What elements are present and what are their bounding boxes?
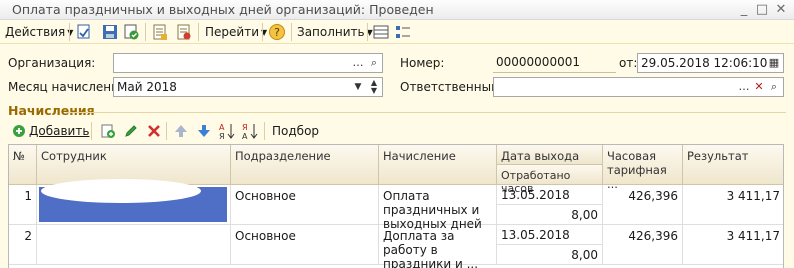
window-title: Оплата праздничных и выходных дней орган… — [12, 2, 434, 17]
column-header-hours-worked[interactable]: Отработано часов — [497, 165, 603, 195]
close-icon[interactable]: ✕ — [772, 3, 790, 17]
table-row[interactable]: 1 Основное Оплата праздничных и выходных… — [9, 179, 783, 231]
responsible-label: Ответственный: — [400, 80, 503, 94]
clear-icon[interactable]: ✕ — [751, 79, 767, 95]
maximize-icon[interactable]: □ — [753, 3, 771, 17]
accrual-cell[interactable]: Доплата за работу в праздники и ... — [379, 225, 497, 268]
column-header-result[interactable]: Результат — [683, 145, 783, 185]
toolbar-separator — [262, 23, 263, 41]
number-label: Номер: — [400, 56, 445, 70]
toolbar-separator — [291, 23, 292, 41]
employee-cell[interactable] — [37, 225, 231, 265]
sort-ascending-icon[interactable]: АЯ — [219, 122, 235, 140]
toolbar-separator — [198, 23, 199, 41]
redaction-mark — [41, 179, 201, 203]
add-icon[interactable] — [12, 124, 26, 138]
department-cell[interactable]: Основное — [231, 185, 379, 225]
print-icon[interactable] — [175, 23, 193, 41]
toolbar-separator — [145, 23, 146, 41]
column-header-accrual[interactable]: Начисление — [379, 145, 497, 185]
svg-text:Я: Я — [242, 123, 248, 132]
post-icon[interactable] — [122, 23, 140, 41]
search-icon[interactable]: ⌕ — [766, 79, 782, 95]
row-number: 1 — [9, 185, 37, 225]
accruals-section-title: Начисления — [8, 103, 95, 118]
help-icon[interactable]: ? — [268, 23, 286, 41]
actions-menu-label: Действия — [5, 25, 66, 39]
search-icon[interactable]: ⌕ — [366, 55, 382, 71]
month-field[interactable]: Май 2018 ▼ ▲ ▼ — [113, 77, 383, 97]
result-cell[interactable]: 3 411,17 — [683, 225, 783, 265]
delete-icon[interactable] — [146, 123, 162, 139]
stepper-icon[interactable]: ▲ ▼ — [366, 79, 382, 95]
goto-menu-label: Перейти — [205, 25, 259, 39]
date-cell[interactable]: 13.05.2018 — [497, 185, 603, 205]
sort-descending-icon[interactable]: ЯА — [242, 122, 258, 140]
goto-menu[interactable]: Перейти ▼ — [205, 25, 267, 39]
actions-menu[interactable]: Действия ▼ — [5, 25, 73, 39]
fill-menu[interactable]: Заполнить ▼ — [297, 25, 373, 39]
table-view-icon[interactable] — [372, 23, 390, 41]
date-label: от: — [619, 56, 638, 70]
column-header-hourly-rate[interactable]: Часовая тарифная ... — [603, 145, 683, 191]
hours-cell[interactable]: 8,00 — [497, 205, 603, 225]
toolbar-separator — [367, 23, 368, 41]
add-button[interactable]: Добавить — [29, 124, 89, 138]
date-field[interactable]: 29.05.2018 12:06:10 ▦ — [637, 53, 784, 73]
move-down-icon[interactable] — [196, 123, 212, 139]
toolbar-separator — [166, 122, 167, 140]
column-header-department[interactable]: Подразделение — [231, 145, 379, 185]
toolbar-separator — [264, 122, 265, 140]
document-movements-icon[interactable] — [151, 23, 169, 41]
result-cell[interactable]: 3 411,17 — [683, 185, 783, 225]
toolbar-separator — [91, 122, 92, 140]
number-field[interactable]: 00000000001 — [493, 53, 616, 73]
title-bar: Оплата праздничных и выходных дней орган… — [0, 0, 794, 20]
copy-row-icon[interactable] — [100, 123, 116, 139]
department-cell[interactable]: Основное — [231, 225, 379, 265]
row-number: 2 — [9, 225, 37, 265]
svg-text:Я: Я — [219, 132, 225, 140]
select-ellipsis-icon[interactable]: … — [350, 55, 366, 71]
month-label: Месяц начисления: — [8, 80, 131, 94]
save-icon[interactable] — [101, 23, 119, 41]
structure-icon[interactable] — [394, 23, 412, 41]
responsible-field[interactable]: … ✕ ⌕ — [493, 77, 784, 97]
minimize-icon[interactable]: _ — [735, 3, 753, 17]
accruals-table: № Сотрудник Подразделение Начисление Дат… — [8, 144, 784, 268]
organization-label: Организация: — [8, 56, 96, 70]
select-button[interactable]: Подбор — [272, 124, 319, 138]
move-up-icon[interactable] — [173, 123, 189, 139]
rate-cell[interactable]: 426,396 — [603, 225, 683, 265]
svg-text:А: А — [219, 123, 225, 132]
date-cell[interactable]: 13.05.2018 — [497, 225, 603, 245]
fill-menu-label: Заполнить — [297, 25, 365, 39]
accrual-cell[interactable]: Оплата праздничных и выходных дней — [379, 185, 497, 231]
toolbar: Действия ▼ Перейти ▼ ? Заполнить ▼ — [0, 20, 794, 44]
table-row[interactable]: 2 Основное Доплата за работу в праздники… — [9, 225, 783, 268]
rate-cell[interactable]: 426,396 — [603, 185, 683, 225]
calendar-icon[interactable]: ▦ — [766, 55, 782, 71]
post-and-close-icon[interactable] — [75, 23, 93, 41]
edit-pencil-icon[interactable] — [123, 123, 139, 139]
column-header-num[interactable]: № — [9, 145, 37, 185]
dropdown-icon[interactable]: ▼ — [350, 79, 366, 95]
select-ellipsis-icon[interactable]: … — [736, 79, 752, 95]
svg-text:А: А — [242, 132, 248, 140]
column-header-date-out[interactable]: Дата выхода — [497, 145, 603, 165]
toolbar-separator — [69, 23, 70, 41]
section-divider — [66, 112, 786, 113]
organization-field[interactable]: … ⌕ — [113, 53, 383, 73]
hours-cell[interactable]: 8,00 — [497, 245, 603, 265]
employee-cell[interactable] — [37, 179, 231, 225]
svg-text:?: ? — [274, 26, 280, 39]
